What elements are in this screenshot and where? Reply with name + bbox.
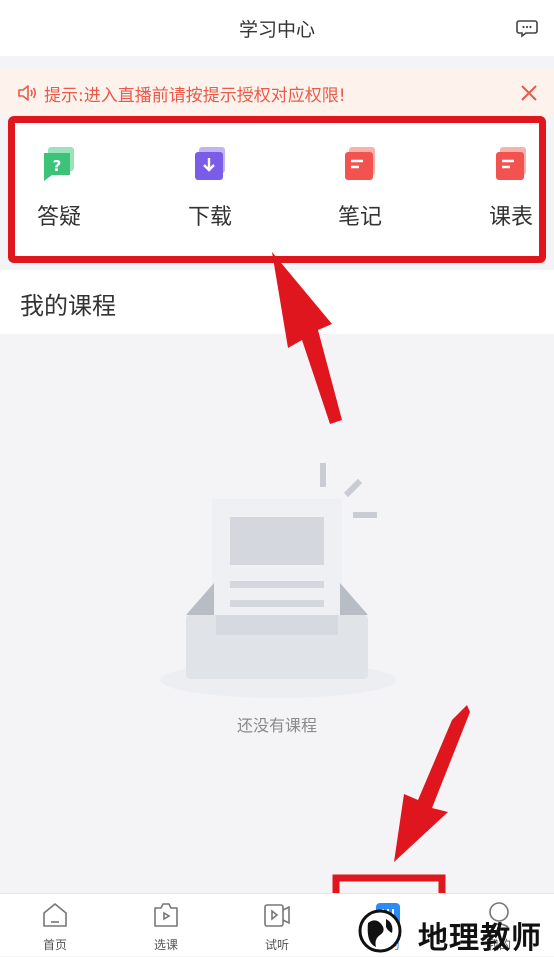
question-chat-icon: ? [44,147,74,181]
my-courses-header: 我的课程 [0,270,554,334]
tab-trial[interactable]: 试听 [242,900,312,953]
notice-text: 提示:进入直播前请按提示授权对应权限! [44,85,346,106]
trial-video-icon [264,904,290,927]
empty-inbox-illustration [160,463,396,698]
tab-label: 试听 [264,938,289,952]
watermark-text: 地理教师 [418,921,542,956]
shortcut-label: 答疑 [36,205,81,230]
svg-text:?: ? [53,157,62,175]
shortcut-qa[interactable]: ? 答疑 [19,145,99,231]
chat-bubble-icon[interactable] [516,17,538,39]
tab-select-course[interactable]: 选课 [131,900,201,953]
globe-logo-icon [358,909,402,953]
top-bar: 学习中心 [0,0,554,56]
shortcut-schedule[interactable]: 课表 [471,145,551,231]
schedule-icon [496,147,526,180]
shortcut-notes[interactable]: 笔记 [320,145,400,231]
shortcut-label: 课表 [488,205,533,230]
tab-label: 首页 [42,938,67,952]
section-title: 我的课程 [20,292,116,320]
tab-home[interactable]: 首页 [20,900,90,953]
shortcut-label: 下载 [187,205,232,230]
note-icon [345,147,375,180]
shortcut-download[interactable]: 下载 [170,145,250,231]
shortcut-panel: ? 答疑 下载 笔记 课表 [8,116,546,263]
empty-state-text: 还没有课程 [236,716,317,735]
tab-label: 选课 [153,938,178,952]
shortcut-label: 笔记 [337,205,382,230]
download-icon [195,147,225,180]
permission-notice-bar: 提示:进入直播前请按提示授权对应权限! [0,70,554,116]
home-icon [43,903,67,927]
page-title: 学习中心 [238,18,315,41]
speaker-icon [18,85,37,101]
select-course-icon [154,903,178,927]
close-icon[interactable] [518,82,540,104]
watermark: 地理教师 [350,905,554,956]
